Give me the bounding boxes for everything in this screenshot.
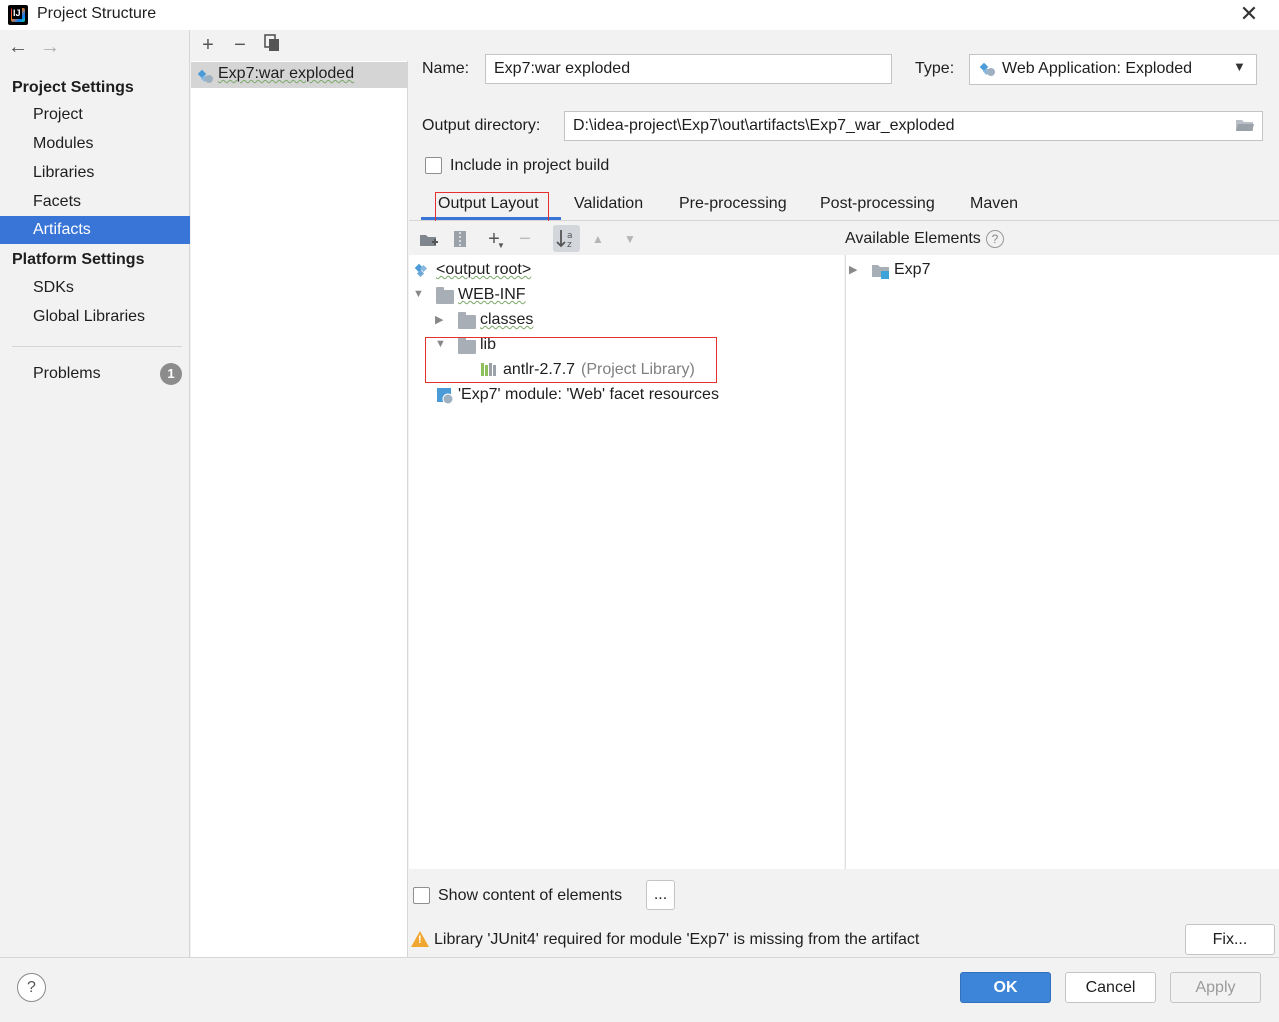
remove-icon[interactable]: − <box>229 34 251 56</box>
available-elements-heading: Available Elements <box>845 230 981 247</box>
help-button[interactable]: ? <box>17 973 46 1002</box>
expand-arrow-icon[interactable]: ▶ <box>435 313 443 326</box>
sidebar-item-libraries[interactable]: Libraries <box>0 159 190 187</box>
tab-post-processing[interactable]: Post-processing <box>820 195 935 213</box>
tab-validation[interactable]: Validation <box>574 195 643 213</box>
warning-message: Library 'JUnit4' required for module 'Ex… <box>434 931 920 948</box>
tree-classes[interactable]: classes <box>480 311 533 329</box>
sidebar-item-sdks[interactable]: SDKs <box>0 274 190 302</box>
remove-element-icon[interactable]: − <box>514 228 536 250</box>
browse-folder-icon[interactable] <box>1235 117 1255 133</box>
help-icon[interactable]: ? <box>986 230 1004 248</box>
tab-maven[interactable]: Maven <box>970 195 1018 213</box>
copy-icon[interactable] <box>261 34 283 56</box>
folder-icon <box>458 312 476 329</box>
cancel-button[interactable]: Cancel <box>1065 972 1156 1003</box>
window-title: Project Structure <box>37 5 157 22</box>
tree-facet-resources[interactable]: 'Exp7' module: 'Web' facet resources <box>458 386 719 404</box>
collapse-arrow-icon[interactable]: ▼ <box>413 288 424 300</box>
folder-icon <box>436 287 454 304</box>
fix-button[interactable]: Fix... <box>1185 924 1275 955</box>
tab-pre-processing[interactable]: Pre-processing <box>679 195 787 213</box>
include-in-build-label: Include in project build <box>450 157 610 174</box>
output-root-icon <box>413 262 431 283</box>
web-artifact-icon <box>196 68 213 84</box>
type-label: Type: <box>915 60 955 77</box>
name-label: Name: <box>422 60 470 77</box>
sidebar-divider <box>12 346 182 347</box>
close-icon[interactable]: ✕ <box>1238 2 1260 26</box>
output-directory-label: Output directory: <box>422 117 541 134</box>
web-facet-icon <box>436 387 454 410</box>
chevron-down-icon: ▼ <box>1233 59 1246 74</box>
move-up-icon[interactable]: ▲ <box>592 232 604 246</box>
problems-count-badge: 1 <box>160 363 182 385</box>
forward-arrow-icon[interactable]: → <box>39 36 61 59</box>
new-directory-icon[interactable] <box>419 231 439 254</box>
web-app-type-icon <box>978 61 995 77</box>
add-dropdown-caret-icon[interactable]: ▼ <box>497 241 505 250</box>
move-down-icon[interactable]: ▼ <box>624 232 636 246</box>
sidebar-item-global-libraries[interactable]: Global Libraries <box>0 303 190 331</box>
artifact-item-label: Exp7:war exploded <box>218 65 355 82</box>
highlight-box-lib <box>425 337 717 383</box>
svg-text:z: z <box>567 240 572 250</box>
apply-button[interactable]: Apply <box>1170 972 1261 1003</box>
intellij-logo-icon: IJ <box>8 5 28 25</box>
back-arrow-icon[interactable]: ← <box>7 36 29 59</box>
expand-arrow-icon[interactable]: ▶ <box>849 263 857 276</box>
project-settings-heading: Project Settings <box>12 79 134 96</box>
type-dropdown-value: Web Application: Exploded <box>1002 60 1193 77</box>
platform-settings-heading: Platform Settings <box>12 251 145 268</box>
artifact-list <box>191 30 408 957</box>
create-archive-icon[interactable] <box>452 230 468 253</box>
output-directory-field[interactable] <box>564 111 1263 141</box>
available-elements-tree <box>845 255 1279 869</box>
show-content-label: Show content of elements <box>438 887 623 904</box>
highlight-box-tab <box>435 192 549 224</box>
warning-icon: ! <box>411 931 429 947</box>
sidebar-item-project[interactable]: Project <box>0 101 190 129</box>
name-field[interactable] <box>485 54 892 84</box>
sidebar-item-artifacts[interactable]: Artifacts <box>0 216 190 244</box>
tree-output-root[interactable]: <output root> <box>436 261 531 279</box>
show-content-checkbox[interactable] <box>413 887 430 904</box>
include-in-build-checkbox[interactable] <box>425 157 442 174</box>
tree-web-inf[interactable]: WEB-INF <box>458 286 526 304</box>
sidebar-item-modules[interactable]: Modules <box>0 130 190 158</box>
sort-elements-icon[interactable]: az <box>553 225 580 252</box>
show-content-options-button[interactable]: ... <box>646 880 675 910</box>
module-folder-icon <box>871 262 891 285</box>
add-icon[interactable]: + <box>197 34 219 56</box>
artifact-toolbar <box>191 30 408 61</box>
available-item-exp7[interactable]: Exp7 <box>894 261 930 279</box>
title-bar <box>0 0 1279 30</box>
ok-button[interactable]: OK <box>960 972 1051 1003</box>
sidebar-item-facets[interactable]: Facets <box>0 188 190 216</box>
